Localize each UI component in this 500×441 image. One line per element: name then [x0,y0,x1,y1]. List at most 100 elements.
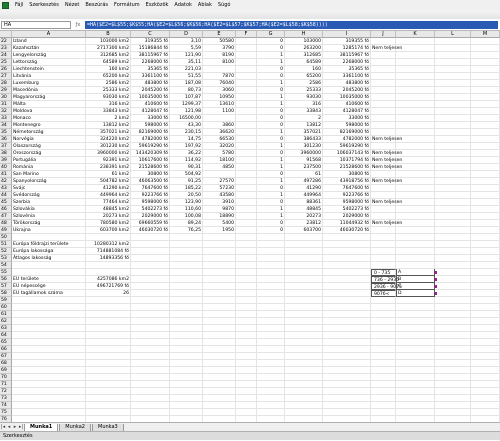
cell-L48[interactable] [435,220,471,227]
row-header[interactable]: 31 [0,101,12,108]
cell-E69[interactable] [203,367,236,374]
cell-D57[interactable] [170,283,203,290]
cell-K62[interactable] [396,318,435,325]
cell-D66[interactable] [170,346,203,353]
cell-K39[interactable] [396,157,435,164]
cell-K74[interactable] [396,402,435,409]
cell-F50[interactable] [236,234,257,241]
cell-F46[interactable] [236,206,257,213]
cell-B60[interactable] [86,304,131,311]
cell-M71[interactable] [471,381,500,388]
cell-G35[interactable]: 1 [257,129,285,136]
cell-K44[interactable] [396,192,435,199]
cell-J72[interactable] [371,388,396,395]
cell-F33[interactable] [236,115,257,122]
cell-I50[interactable] [323,234,371,241]
cell-M36[interactable] [471,136,500,143]
cell-L52[interactable] [435,248,471,255]
cell-F73[interactable] [236,395,257,402]
cell-F54[interactable] [236,262,257,269]
cell-F36[interactable] [236,136,257,143]
cell-M48[interactable] [471,220,500,227]
cell-M74[interactable] [471,402,500,409]
cell-I36[interactable]: 4782000 fő [323,136,371,143]
row-header[interactable]: 44 [0,192,12,199]
cell-I42[interactable]: 43918756 fő [323,178,371,185]
cell-B24[interactable]: 312685 km2 [86,52,131,59]
cell-I68[interactable] [323,360,371,367]
cell-G42[interactable]: 1 [257,178,285,185]
cell-L72[interactable] [435,388,471,395]
cell-C43[interactable]: 7647600 fő [131,185,170,192]
cell-E37[interactable]: 32020 [203,143,236,150]
cell-D53[interactable] [170,255,203,262]
row-header[interactable]: 57 [0,283,12,290]
cell-L59[interactable] [435,297,471,304]
cell-B42[interactable]: 504782 km2 [86,178,131,185]
cell-I72[interactable] [323,388,371,395]
row-header[interactable]: 60 [0,304,12,311]
row-header[interactable]: 39 [0,157,12,164]
row-header[interactable]: 29 [0,87,12,94]
cell-G73[interactable] [257,395,285,402]
cell-K43[interactable] [396,185,435,192]
row-header[interactable]: 24 [0,52,12,59]
cell-D67[interactable] [170,353,203,360]
cell-I38[interactable]: 106037143 fő [323,150,371,157]
cell-I29[interactable]: 2045200 fő [323,87,371,94]
column-header-M[interactable]: M [471,31,500,38]
cell-L43[interactable] [435,185,471,192]
cell-J31[interactable] [371,101,396,108]
cell-H31[interactable]: 316 [285,101,323,108]
cell-K68[interactable] [396,360,435,367]
cell-M72[interactable] [471,388,500,395]
cell-E40[interactable]: 4850 [203,164,236,171]
cell-M34[interactable] [471,122,500,129]
cell-H43[interactable]: 41290 [285,185,323,192]
row-header[interactable]: 48 [0,220,12,227]
cell-H38[interactable]: 3960000 [285,150,323,157]
cell-L69[interactable] [435,367,471,374]
cell-C36[interactable]: 4782000 fő [131,136,170,143]
cell-I41[interactable]: 30800 fő [323,171,371,178]
cell-I61[interactable] [323,311,371,318]
cell-I44[interactable]: 9223766 fő [323,192,371,199]
cell-L56[interactable] [435,276,471,283]
cell-K47[interactable] [396,213,435,220]
column-header-K[interactable]: K [396,31,435,38]
cell-H41[interactable]: 61 [285,171,323,178]
cell-A30[interactable]: Magyarország [12,94,86,101]
cell-C58[interactable] [131,290,170,297]
cell-A39[interactable]: Portugália [12,157,86,164]
cell-K48[interactable] [396,220,435,227]
cell-B70[interactable] [86,374,131,381]
cell-B51[interactable]: 10280312 km2 [86,241,131,248]
cell-I53[interactable] [323,255,371,262]
cell-D41[interactable]: 504,92 [170,171,203,178]
cell-J62[interactable] [371,318,396,325]
cell-A59[interactable] [12,297,86,304]
row-header[interactable]: 62 [0,318,12,325]
cell-F37[interactable] [236,143,257,150]
cell-H30[interactable]: 93030 [285,94,323,101]
cell-E31[interactable]: 13610 [203,101,236,108]
cell-K42[interactable] [396,178,435,185]
cell-G22[interactable]: 0 [257,38,285,45]
cell-L67[interactable] [435,353,471,360]
cell-F27[interactable] [236,73,257,80]
cell-E42[interactable]: 27570 [203,178,236,185]
cell-H25[interactable]: 64589 [285,59,323,66]
cell-E51[interactable] [203,241,236,248]
row-header[interactable]: 73 [0,395,12,402]
cell-D24[interactable]: 121,90 [170,52,203,59]
cell-H29[interactable]: 25333 [285,87,323,94]
cell-F24[interactable] [236,52,257,59]
cell-L71[interactable] [435,381,471,388]
cell-I22[interactable]: 319355 fő [323,38,371,45]
cell-B65[interactable] [86,339,131,346]
cell-A41[interactable]: San Marino [12,171,86,178]
cell-J51[interactable] [371,241,396,248]
cell-E27[interactable]: 7870 [203,73,236,80]
cell-M27[interactable] [471,73,500,80]
cell-J26[interactable] [371,66,396,73]
